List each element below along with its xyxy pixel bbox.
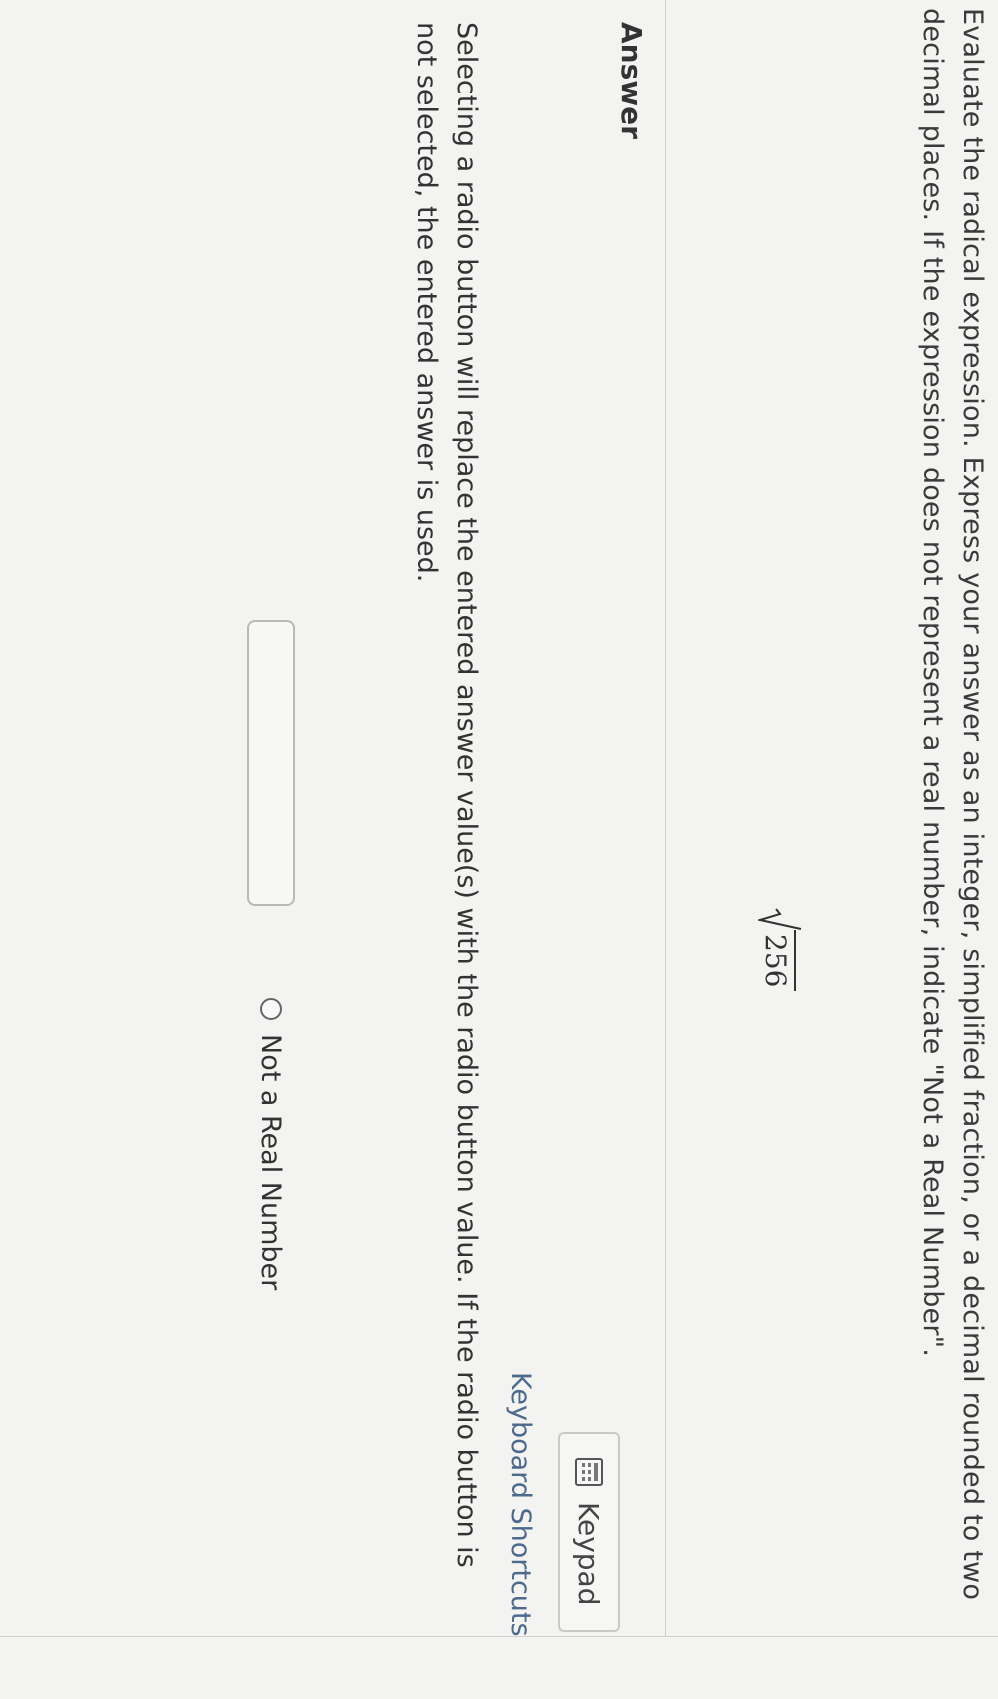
keypad-button-label: Keypad — [572, 1502, 606, 1606]
not-real-number-radio[interactable] — [260, 998, 282, 1020]
answer-input[interactable] — [247, 620, 295, 906]
question-page: Evaluate the radical expression. Express… — [0, 0, 998, 1699]
page-edge-divider — [0, 1636, 998, 1637]
screen: Evaluate the radical expression. Express… — [0, 0, 998, 1699]
not-real-number-label: Not a Real Number — [255, 1034, 287, 1291]
answer-heading: Answer — [615, 22, 648, 139]
radical-expression: 256 — [758, 908, 818, 992]
question-prompt: Evaluate the radical expression. Express… — [917, 8, 988, 1601]
radio-instruction-text: Selecting a radio button will replace th… — [411, 22, 482, 1568]
keyboard-shortcuts-link[interactable]: Keyboard Shortcuts — [505, 1372, 536, 1637]
square-root-icon — [758, 908, 802, 930]
question-card: Evaluate the radical expression. Express… — [0, 0, 998, 1699]
keypad-button[interactable]: Keypad — [558, 1432, 620, 1632]
keypad-grid-icon — [575, 1458, 603, 1486]
not-real-number-option[interactable]: Not a Real Number — [256, 998, 287, 1290]
answer-row: Not a Real Number — [246, 620, 296, 1290]
section-divider — [665, 0, 666, 1636]
radicand: 256 — [758, 930, 796, 992]
